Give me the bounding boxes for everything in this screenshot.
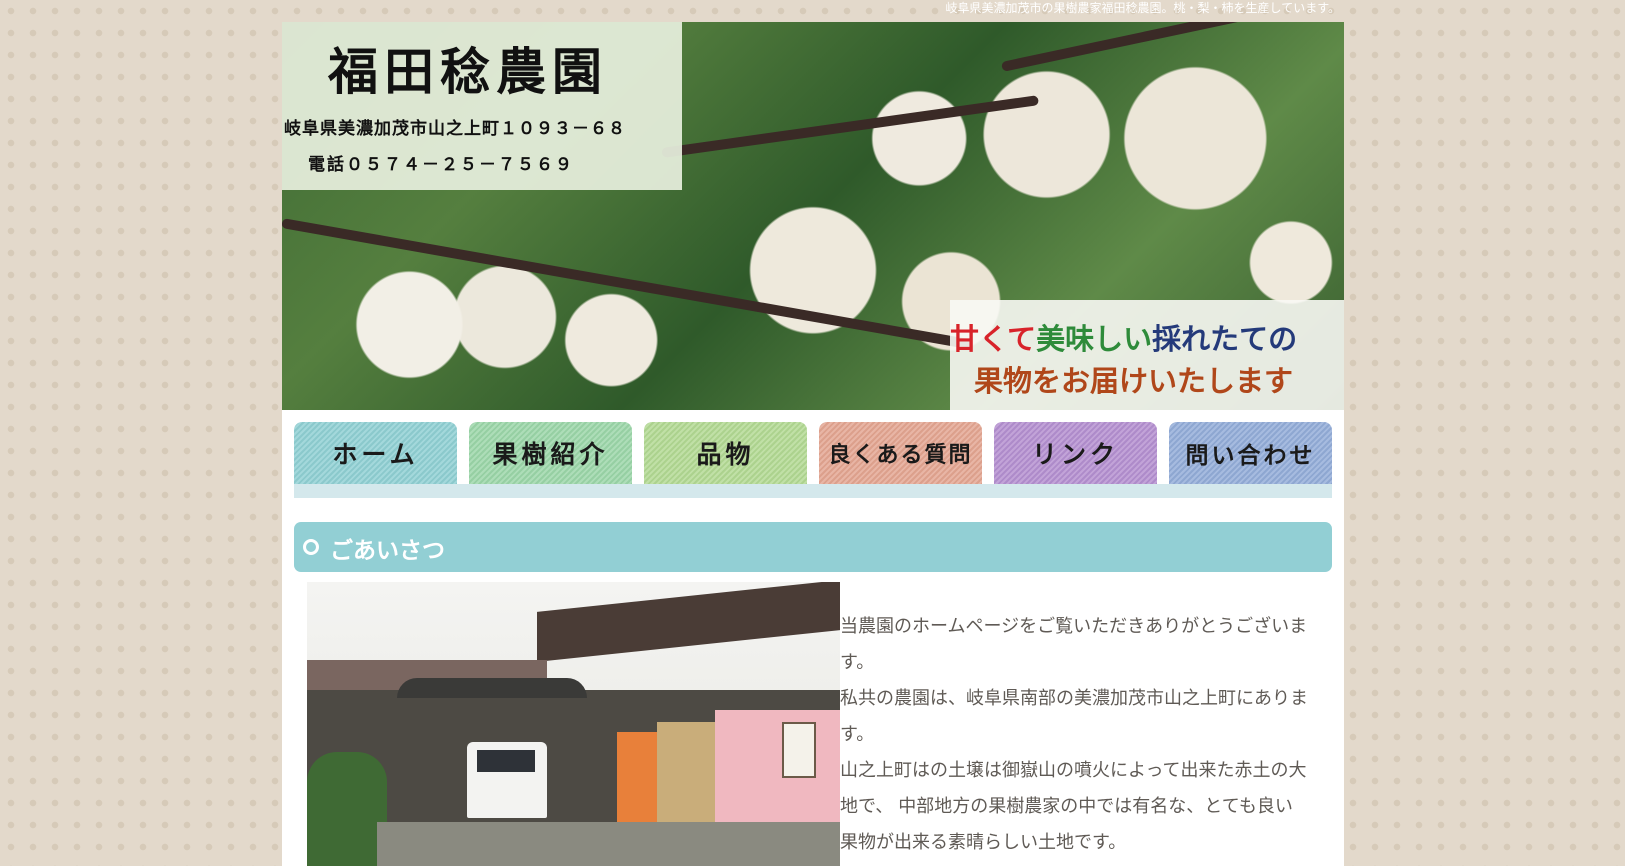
slogan-line-2: 果物をお届けいたします — [974, 358, 1293, 400]
main-nav: ホーム 果樹紹介 品物 良くある質問 リンク 問い合わせ — [294, 422, 1332, 498]
farm-name-logo[interactable]: 福田稔農園 — [328, 32, 608, 104]
section-heading: ごあいさつ — [294, 522, 1332, 572]
hedge-bush — [307, 752, 387, 866]
logo-box: 福田稔農園 岐阜県美濃加茂市山之上町１０９３－６８ 電話０５７４－２５－７５６９ — [282, 22, 682, 190]
greeting-paragraph: 当農園のホームページをご覧いただきありがとうございます。 — [840, 616, 1308, 672]
nav-underline-strip — [294, 484, 1332, 498]
truck-window — [477, 750, 535, 772]
greeting-paragraph: 山之上町はの土壌は御嶽山の噴火によって出来た赤土の大地で、 中部地方の果樹農家の… — [840, 760, 1307, 852]
carport-roof — [397, 678, 587, 698]
nav-products[interactable]: 品物 — [644, 422, 807, 484]
slogan-line-1: 甘くて美味しい採れたての — [950, 316, 1297, 358]
branch-decoration — [1000, 22, 1297, 72]
section-title: ごあいさつ — [330, 537, 445, 563]
greeting-text: 当農園のホームページをご覧いただきありがとうございます。 私共の農園は、岐阜県南… — [840, 608, 1310, 860]
nav-faq[interactable]: 良くある質問 — [819, 422, 982, 484]
slogan-fragment: 果物をお届けいたします — [974, 366, 1294, 398]
branch-decoration — [661, 95, 1039, 158]
driveway — [377, 822, 840, 866]
greeting-paragraph: 私共の農園は、岐阜県南部の美濃加茂市山之上町にあります。 — [840, 688, 1308, 744]
notice-board — [782, 722, 816, 778]
page-container: 福田稔農園 岐阜県美濃加茂市山之上町１０９３－６８ 電話０５７４－２５－７５６９… — [282, 22, 1344, 866]
nav-home[interactable]: ホーム — [294, 422, 457, 484]
slogan-fragment: 甘くて — [950, 324, 1037, 356]
nav-fruit-trees[interactable]: 果樹紹介 — [469, 422, 632, 484]
building-roof — [537, 582, 840, 662]
slogan-fragment: 採れたての — [1152, 324, 1298, 356]
branch-decoration — [282, 218, 973, 350]
circle-bullet-icon — [303, 539, 319, 555]
slogan-box: 甘くて美味しい採れたての 果物をお届けいたします — [950, 300, 1344, 410]
nav-links[interactable]: リンク — [994, 422, 1157, 484]
farm-address: 岐阜県美濃加茂市山之上町１０９３－６８ — [284, 119, 626, 139]
header-banner: 福田稔農園 岐阜県美濃加茂市山之上町１０９３－６８ 電話０５７４－２５－７５６９… — [282, 22, 1344, 410]
nav-contact[interactable]: 問い合わせ — [1169, 422, 1332, 484]
farm-phone: 電話０５７４－２５－７５６９ — [308, 155, 574, 175]
farm-building-photo — [307, 582, 840, 866]
slogan-fragment: 美味しい — [1036, 324, 1153, 356]
site-tagline: 岐阜県美濃加茂市の果樹農家福田稔農園。桃・梨・柿を生産しています。 — [945, 1, 1340, 15]
